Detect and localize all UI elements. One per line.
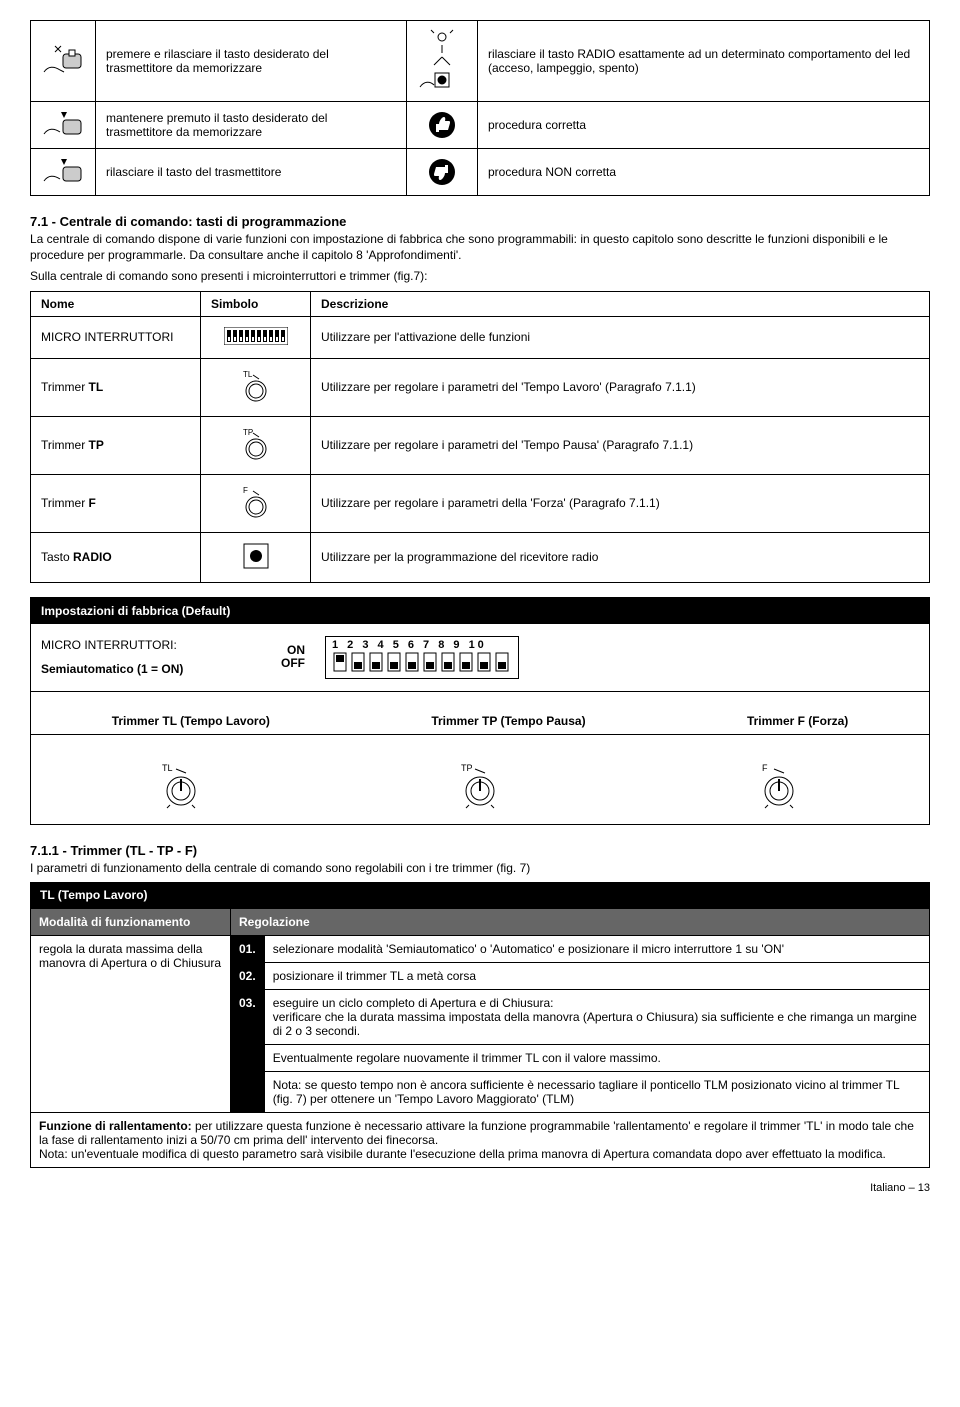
nome-r5-desc: Utilizzare per la programmazione del ric…	[311, 532, 930, 582]
defaults-off: OFF	[281, 657, 305, 670]
nome-h1: Nome	[31, 291, 201, 316]
svg-text:F: F	[762, 763, 768, 773]
tl-s3ab: eseguire un ciclo completo di Apertura e…	[264, 990, 929, 1045]
step-01: 01.	[231, 936, 265, 963]
section-7-1-1-title: 7.1.1 - Trimmer (TL - TP - F)	[30, 843, 930, 858]
legend-r2b: procedura corretta	[477, 102, 929, 149]
nome-r1-desc: Utilizzare per l'attivazione delle funzi…	[311, 316, 930, 358]
nome-r3-desc: Utilizzare per regolare i parametri del …	[311, 416, 930, 474]
defaults-tp: Trimmer TP (Tempo Pausa)	[431, 714, 585, 728]
defaults-box: Impostazioni di fabbrica (Default) MICRO…	[30, 597, 930, 825]
nome-r2-name: Trimmer TL	[31, 358, 201, 416]
svg-text:F: F	[243, 486, 248, 495]
section-7-1-1-text: I parametri di funzionamento della centr…	[30, 861, 930, 877]
nome-r5-name: Tasto RADIO	[31, 532, 201, 582]
tl-table: Modalità di funzionamento Regolazione re…	[30, 908, 930, 1168]
trimmer-f-default-icon: F	[754, 761, 804, 814]
icon-hand-press	[31, 21, 96, 102]
legend-r2a: mantenere premuto il tasto desiderato de…	[96, 102, 407, 149]
nome-r3-name: Trimmer TP	[31, 416, 201, 474]
dip-switch-default-icon: 1 2 3 4 5 6 7 8 9 10	[325, 636, 519, 679]
defaults-semi: Semiautomatico (1 = ON)	[41, 662, 261, 676]
trimmer-f-icon: F	[201, 474, 311, 532]
tl-funz: Funzione di rallentamento: per utilizzar…	[31, 1113, 930, 1168]
tl-s1: selezionare modalità 'Semiautomatico' o …	[264, 936, 929, 963]
nome-r4-desc: Utilizzare per regolare i parametri dell…	[311, 474, 930, 532]
icon-thumbs-up	[406, 102, 477, 149]
icon-hand-release	[31, 149, 96, 196]
radio-button-icon	[201, 532, 311, 582]
tl-modh: Modalità di funzionamento	[31, 909, 231, 936]
legend-r3b: procedura NON corretta	[477, 149, 929, 196]
legend-r3a: rilasciare il tasto del trasmettitore	[96, 149, 407, 196]
svg-text:TL: TL	[162, 763, 173, 773]
tl-title: TL (Tempo Lavoro)	[30, 882, 930, 908]
step-03: 03.	[231, 990, 265, 1113]
section-7-1-text2: Sulla centrale di comando sono presenti …	[30, 269, 930, 285]
tl-s2: posizionare il trimmer TL a metà corsa	[264, 963, 929, 990]
dip-switch-icon	[201, 316, 311, 358]
nome-r2-desc: Utilizzare per regolare i parametri del …	[311, 358, 930, 416]
page-footer: Italiano – 13	[30, 1182, 930, 1194]
legend-r1b: rilasciare il tasto RADIO esattamente ad…	[477, 21, 929, 102]
nome-r1-name: MICRO INTERRUTTORI	[31, 316, 201, 358]
svg-text:TL: TL	[243, 370, 253, 379]
step-02: 02.	[231, 963, 265, 990]
tl-mod: regola la durata massima della manovra d…	[31, 936, 231, 1113]
legend-r1a: premere e rilasciare il tasto desiderato…	[96, 21, 407, 102]
svg-text:TP: TP	[461, 763, 473, 773]
legend-table: premere e rilasciare il tasto desiderato…	[30, 20, 930, 196]
nome-r4-name: Trimmer F	[31, 474, 201, 532]
icon-hand-hold	[31, 102, 96, 149]
svg-text:TP: TP	[243, 428, 253, 437]
icon-led-radio	[406, 21, 477, 102]
tl-regh: Regolazione	[231, 909, 930, 936]
icon-thumbs-down	[406, 149, 477, 196]
trimmer-tp-icon: TP	[201, 416, 311, 474]
tl-s3c: Eventualmente regolare nuovamente il tri…	[264, 1045, 929, 1072]
section-7-1-title: 7.1 - Centrale di comando: tasti di prog…	[30, 214, 930, 229]
nome-table: Nome Simbolo Descrizione MICRO INTERRUTT…	[30, 291, 930, 583]
trimmer-tp-default-icon: TP	[455, 761, 505, 814]
section-7-1-text1: La centrale di comando dispone di varie …	[30, 232, 930, 263]
trimmer-tl-icon: TL	[201, 358, 311, 416]
defaults-mi: MICRO INTERRUTTORI:	[41, 638, 261, 652]
defaults-tl: Trimmer TL (Tempo Lavoro)	[112, 714, 270, 728]
nome-h3: Descrizione	[311, 291, 930, 316]
tl-s3d: Nota: se questo tempo non è ancora suffi…	[264, 1072, 929, 1113]
trimmer-tl-default-icon: TL	[156, 761, 206, 814]
nome-h2: Simbolo	[201, 291, 311, 316]
defaults-tf: Trimmer F (Forza)	[747, 714, 848, 728]
defaults-title: Impostazioni di fabbrica (Default)	[31, 598, 929, 624]
